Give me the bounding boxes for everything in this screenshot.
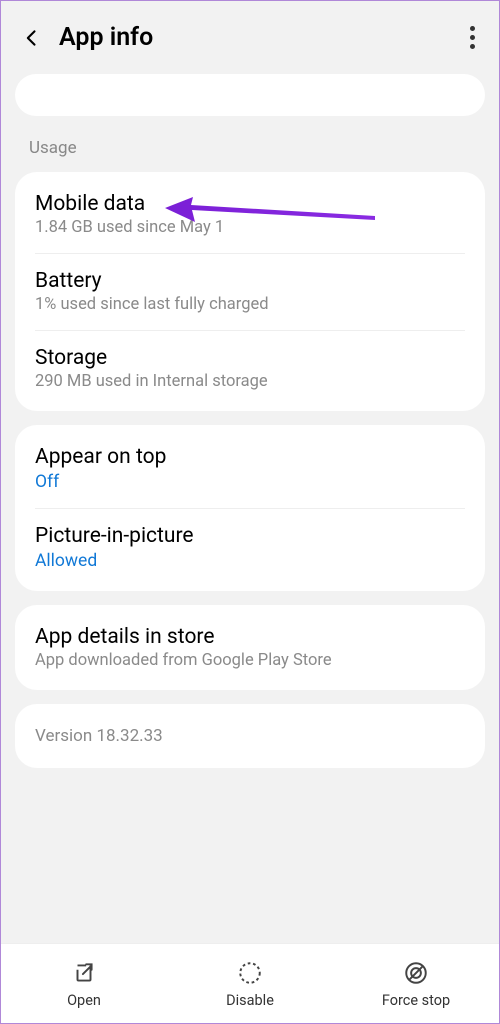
row-sub: 290 MB used in Internal storage <box>35 372 465 391</box>
row-battery[interactable]: Battery 1% used since last fully charged <box>15 253 485 330</box>
row-app-details[interactable]: App details in store App downloaded from… <box>15 609 485 686</box>
disable-icon <box>237 960 263 986</box>
previous-card-stub <box>15 74 485 116</box>
open-icon <box>71 960 97 986</box>
row-mobile-data[interactable]: Mobile data 1.84 GB used since May 1 <box>15 176 485 253</box>
section-label-usage: Usage <box>1 126 499 172</box>
force-stop-icon <box>403 960 429 986</box>
force-stop-label: Force stop <box>382 992 450 1009</box>
row-picture-in-picture[interactable]: Picture-in-picture Allowed <box>15 508 485 587</box>
page-title: App info <box>59 23 153 52</box>
row-sub: 1.84 GB used since May 1 <box>35 218 465 237</box>
display-card: Appear on top Off Picture-in-picture All… <box>15 425 485 591</box>
usage-card: Mobile data 1.84 GB used since May 1 Bat… <box>15 172 485 411</box>
row-title: App details in store <box>35 625 465 649</box>
open-label: Open <box>67 992 101 1009</box>
row-appear-on-top[interactable]: Appear on top Off <box>15 429 485 508</box>
row-value: Allowed <box>35 551 465 571</box>
row-storage[interactable]: Storage 290 MB used in Internal storage <box>15 330 485 407</box>
row-title: Appear on top <box>35 445 465 469</box>
open-button[interactable]: Open <box>1 960 167 1009</box>
row-title: Mobile data <box>35 192 465 216</box>
row-title: Battery <box>35 269 465 293</box>
store-card: App details in store App downloaded from… <box>15 605 485 690</box>
row-title: Storage <box>35 346 465 370</box>
more-icon[interactable] <box>470 26 475 49</box>
row-title: Picture-in-picture <box>35 524 465 548</box>
row-value: Off <box>35 472 465 492</box>
force-stop-button[interactable]: Force stop <box>333 960 499 1009</box>
row-sub: 1% used since last fully charged <box>35 295 465 314</box>
version-text: Version 18.32.33 <box>35 726 465 746</box>
version-card: Version 18.32.33 <box>15 704 485 768</box>
disable-button[interactable]: Disable <box>167 960 333 1009</box>
header: App info <box>1 1 499 74</box>
row-sub: App downloaded from Google Play Store <box>35 651 465 670</box>
disable-label: Disable <box>226 992 274 1009</box>
back-icon[interactable] <box>19 25 45 51</box>
bottom-bar: Open Disable Force stop <box>1 943 499 1023</box>
